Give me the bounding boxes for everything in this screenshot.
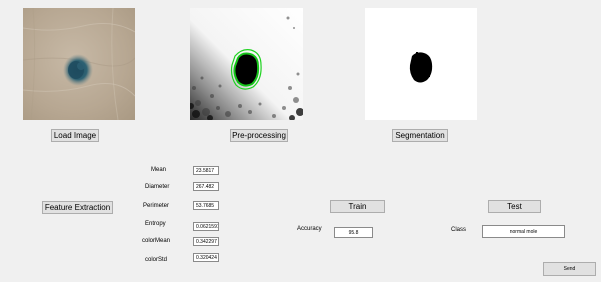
feature-value-entropy: 0.0621591 [193, 222, 219, 231]
class-field[interactable]: normal mole [482, 225, 565, 238]
preprocessed-image [190, 8, 303, 120]
class-label: Class [451, 227, 467, 233]
train-button[interactable]: Train [330, 200, 385, 213]
feature-label-entropy: Entropy [145, 221, 166, 227]
app-window: Load Image Pre-processing Segmentation F… [0, 0, 601, 282]
feature-value-perimeter: 53.7685 [193, 201, 219, 210]
accuracy-field[interactable]: 95.8 [334, 227, 373, 238]
feature-label-mean: Mean [151, 167, 167, 173]
segmented-image [365, 8, 477, 120]
original-image [23, 8, 135, 120]
feature-label-colorstd: colorStd [145, 257, 168, 263]
feature-value-diameter: 267.482 [193, 182, 219, 191]
segmented-lesion-mask [365, 8, 477, 120]
test-button[interactable]: Test [488, 200, 541, 213]
preprocessed-lesion-image [190, 8, 303, 120]
segmentation-button[interactable]: Segmentation [392, 129, 448, 142]
feature-value-colormean: 0.342297 [193, 237, 219, 246]
load-image-button[interactable]: Load Image [51, 129, 99, 142]
feature-label-diameter: Diameter [145, 184, 170, 190]
feature-label-perimeter: Perimeter [143, 203, 170, 209]
feature-extraction-button[interactable]: Feature Extraction [42, 201, 113, 214]
feature-value-mean: 23.5817 [193, 166, 219, 175]
feature-label-colormean: colorMean [142, 238, 171, 244]
preprocessing-button[interactable]: Pre-processing [230, 129, 288, 142]
send-button[interactable]: Send [543, 262, 596, 276]
accuracy-label: Accuracy [297, 226, 322, 232]
feature-value-colorstd: 0.320424 [193, 253, 219, 262]
skin-lesion-photo [23, 8, 135, 120]
